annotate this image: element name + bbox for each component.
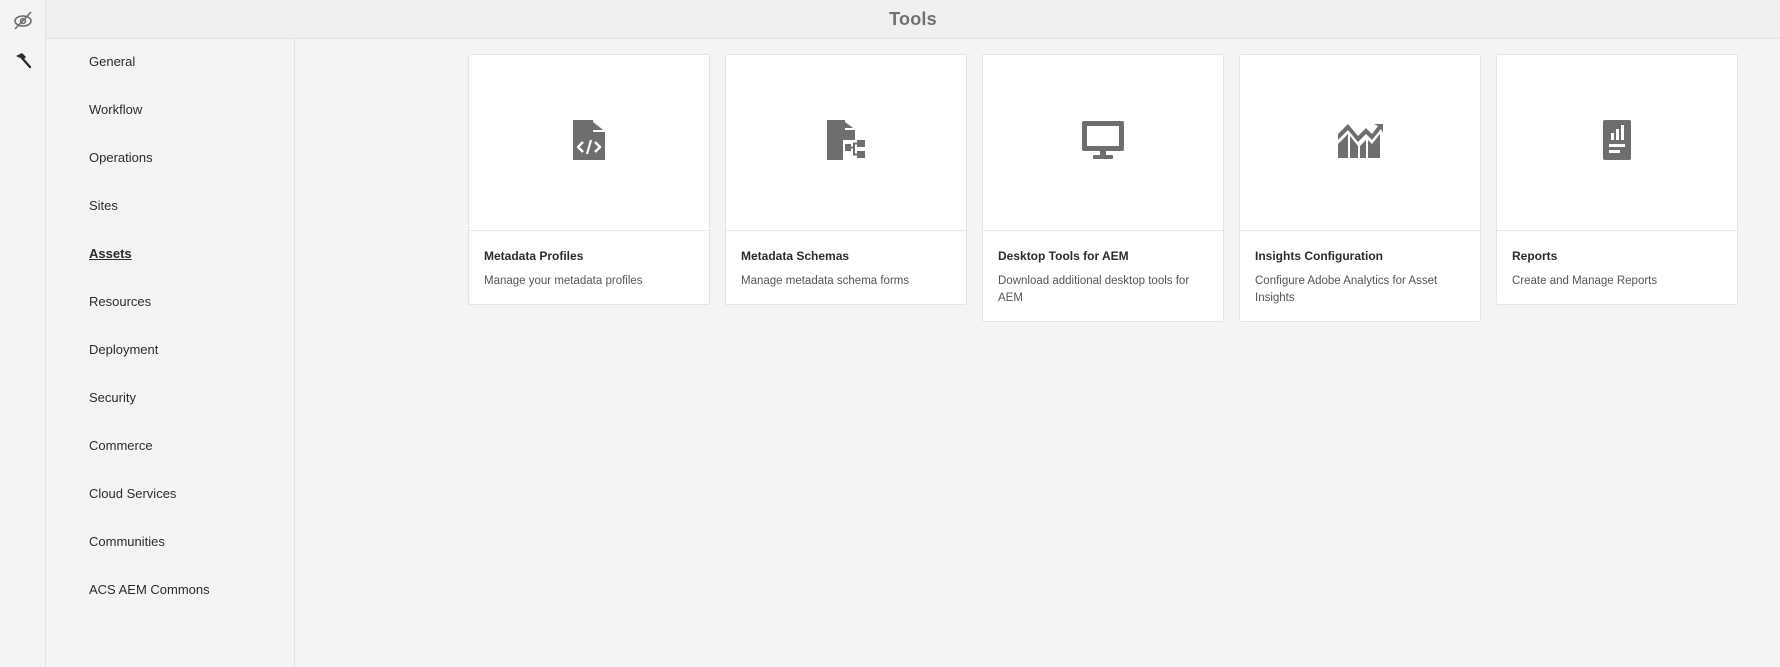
- nav-item-workflow[interactable]: Workflow: [89, 98, 142, 122]
- side-rail: [0, 0, 46, 667]
- file-schema-icon: [825, 118, 867, 167]
- rail-button-navigation[interactable]: [0, 0, 46, 40]
- card-title: Desktop Tools for AEM: [998, 249, 1129, 263]
- nav-item-assets[interactable]: Assets: [89, 242, 132, 266]
- nav-item-communities[interactable]: Communities: [89, 530, 165, 554]
- nav-item-sites[interactable]: Sites: [89, 194, 118, 218]
- card-title: Metadata Profiles: [484, 249, 584, 263]
- page-title: Tools: [889, 8, 937, 29]
- card-thumbnail: [1240, 55, 1480, 231]
- nav-item-operations[interactable]: Operations: [89, 146, 153, 170]
- card-insights-configuration[interactable]: Insights Configuration Configure Adobe A…: [1239, 54, 1481, 322]
- card-thumbnail: [469, 55, 709, 231]
- nav-item-deployment[interactable]: Deployment: [89, 338, 158, 362]
- report-icon: [1602, 119, 1632, 166]
- nav-item-commerce[interactable]: Commerce: [89, 434, 153, 458]
- card-title: Insights Configuration: [1255, 249, 1383, 263]
- compass-off-icon: [12, 9, 34, 31]
- card-metadata-schemas[interactable]: Metadata Schemas Manage metadata schema …: [725, 54, 967, 305]
- card-title: Reports: [1512, 249, 1558, 263]
- monitor-icon: [1080, 119, 1126, 166]
- nav-item-resources[interactable]: Resources: [89, 290, 151, 314]
- card-thumbnail: [983, 55, 1223, 231]
- nav-item-acs-aem-commons[interactable]: ACS AEM Commons: [89, 578, 210, 602]
- card-thumbnail: [1497, 55, 1737, 231]
- card-thumbnail: [726, 55, 966, 231]
- card-description: Manage metadata schema forms: [741, 275, 910, 287]
- card-title: Metadata Schemas: [741, 249, 850, 263]
- hammer-icon: [13, 51, 33, 71]
- card-desktop-tools[interactable]: Desktop Tools for AEM Download additiona…: [982, 54, 1224, 322]
- nav-item-cloud-services[interactable]: Cloud Services: [89, 482, 176, 506]
- card-reports[interactable]: Reports Create and Manage Reports: [1496, 54, 1738, 305]
- card-description: Download additional desktop tools for AE…: [998, 275, 1190, 304]
- file-code-icon: [571, 118, 607, 167]
- nav-item-general[interactable]: General: [89, 50, 135, 74]
- rail-button-tools[interactable]: [0, 41, 46, 81]
- card-description: Manage your metadata profiles: [484, 275, 643, 287]
- tools-category-nav: General Workflow Operations Sites Assets…: [46, 39, 295, 667]
- card-description: Configure Adobe Analytics for Asset Insi…: [1255, 275, 1438, 304]
- card-description: Create and Manage Reports: [1512, 275, 1658, 287]
- insights-chart-icon: [1336, 120, 1384, 165]
- nav-item-security[interactable]: Security: [89, 386, 136, 410]
- card-metadata-profiles[interactable]: Metadata Profiles Manage your metadata p…: [468, 54, 710, 305]
- top-bar: Tools: [46, 0, 1780, 39]
